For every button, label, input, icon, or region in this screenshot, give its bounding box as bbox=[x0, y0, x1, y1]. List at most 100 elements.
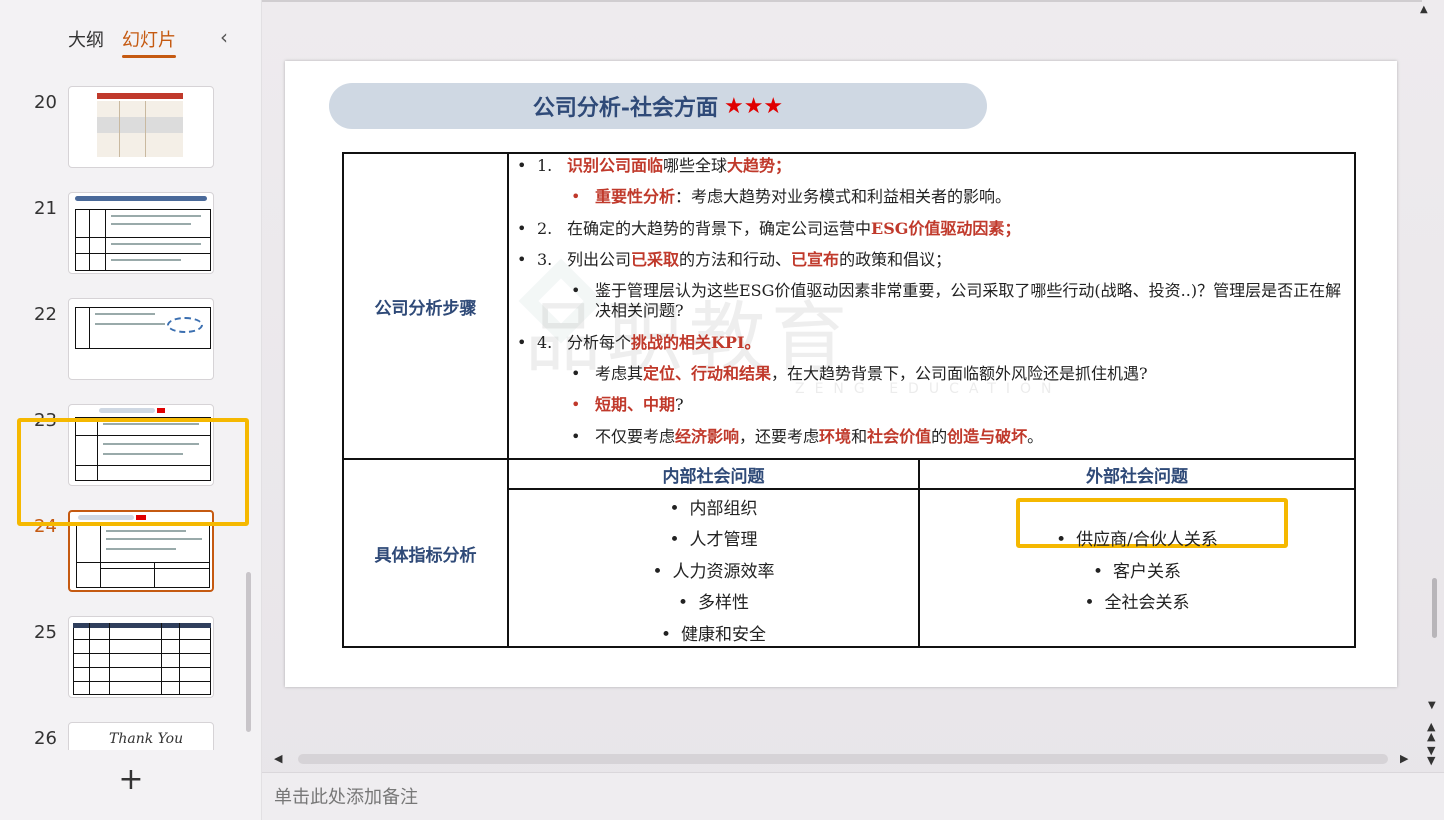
step-text: 已宣布 bbox=[791, 250, 840, 270]
step-text: ? bbox=[675, 395, 684, 415]
list-item-text: 全社会关系 bbox=[1104, 593, 1190, 613]
tab-outline[interactable]: 大纲 bbox=[68, 26, 104, 52]
list-item: • 客户关系 bbox=[1092, 562, 1182, 582]
step-text: ESG价值驱动因素 bbox=[871, 218, 1005, 238]
slide-number: 26 bbox=[34, 728, 57, 749]
external-list[interactable]: • 供应商/合伙人关系 • 客户关系 • 全社会关系 bbox=[918, 488, 1356, 648]
internal-list[interactable]: • 内部组织 • 人才管理 • 人力资源效率 • 多样性 • 健康和安全 bbox=[507, 488, 920, 648]
list-item: • 多样性 bbox=[677, 593, 750, 613]
chevron-left-icon[interactable]: ‹ bbox=[212, 24, 236, 50]
step-text: 。 bbox=[1027, 426, 1044, 446]
scroll-up-icon[interactable]: ▲ bbox=[1420, 4, 1428, 15]
internal-header: 内部社会问题 bbox=[507, 458, 920, 490]
slide-canvas[interactable]: 品职教育 ZENG EDUCATION 公司分析-社会方面 ★★★ 公司分析步骤… bbox=[285, 61, 1397, 687]
slide-thumbnail[interactable] bbox=[68, 616, 214, 698]
horizontal-scrollbar[interactable] bbox=[298, 754, 1388, 764]
tab-slides[interactable]: 幻灯片 bbox=[122, 26, 176, 58]
list-item-text: 健康和安全 bbox=[681, 625, 767, 645]
step-text: ，在大趋势背景下，公司面临额外风险还是抓住机遇? bbox=[771, 363, 1148, 383]
slide-number: 23 bbox=[34, 410, 57, 431]
step-text: 在确定的大趋势的背景下，确定公司运营中 bbox=[567, 218, 872, 238]
step-number: 3. bbox=[537, 250, 553, 270]
slide-thumbnail[interactable] bbox=[68, 298, 214, 380]
step-text: 环境 bbox=[819, 426, 852, 446]
scroll-left-icon[interactable]: ◀ bbox=[274, 752, 282, 765]
step-text: 不仅要考虑 bbox=[595, 426, 676, 446]
list-item: • 健康和安全 bbox=[660, 625, 767, 645]
slide-number: 22 bbox=[34, 304, 57, 325]
slide-number: 20 bbox=[34, 92, 57, 113]
step-text: 大趋势 bbox=[727, 156, 776, 176]
slide-number: 25 bbox=[34, 622, 57, 643]
slide-number: 24 bbox=[34, 516, 57, 537]
list-item-text: 多样性 bbox=[698, 593, 750, 613]
step-text: ； bbox=[775, 156, 792, 176]
step-item: • 考虑其定位、行动和结果，在大趋势背景下，公司面临额外风险还是抓住机遇? bbox=[571, 363, 1148, 383]
step-number: 4. bbox=[537, 332, 553, 352]
slide-title-box[interactable]: 公司分析-社会方面 ★★★ bbox=[329, 83, 987, 129]
step-text: 的 bbox=[931, 426, 948, 446]
step-item: • 短期、中期? bbox=[571, 395, 684, 415]
step-item: • 1. 识别公司面临哪些全球大趋势； bbox=[517, 156, 792, 176]
slide-thumbnail[interactable] bbox=[68, 192, 214, 274]
thumbnail-list: 20 21 22 23 24 25 26 Thank You bbox=[0, 82, 248, 750]
step-item: • 2. 在确定的大趋势的背景下，确定公司运营中ESG价值驱动因素； bbox=[517, 218, 1021, 238]
step-text: 考虑其 bbox=[595, 363, 644, 383]
list-item: • 供应商/合伙人关系 bbox=[1056, 530, 1218, 550]
scroll-down-icon[interactable]: ▼ bbox=[1428, 700, 1436, 711]
list-item-text: 人力资源效率 bbox=[672, 562, 775, 582]
step-text: 定位、行动和结果 bbox=[643, 363, 772, 383]
step-text: 重要性分析 bbox=[595, 187, 676, 207]
plus-icon[interactable]: + bbox=[116, 762, 146, 798]
step-text: 列出公司 bbox=[567, 250, 632, 270]
step-text: 社会价值 bbox=[867, 426, 932, 446]
step-text: ，还要考虑 bbox=[739, 426, 820, 446]
external-header: 外部社会问题 bbox=[918, 458, 1356, 490]
step-text: 经济影响 bbox=[675, 426, 740, 446]
step-item: • 不仅要考虑经济影响，还要考虑环境和社会价值的创造与破坏。 bbox=[571, 426, 1044, 446]
star-rating: ★★★ bbox=[723, 93, 784, 119]
step-text: 哪些全球 bbox=[663, 156, 728, 176]
step-number: 1. bbox=[537, 156, 553, 176]
list-item: • 人才管理 bbox=[669, 530, 758, 550]
step-item: • 鉴于管理层认为这些ESG价值驱动因素非常重要，公司采取了哪些行动(战略、投资.… bbox=[571, 281, 1342, 321]
slide-thumbnail[interactable] bbox=[68, 510, 214, 592]
editor-area: 品职教育 ZENG EDUCATION 公司分析-社会方面 ★★★ 公司分析步骤… bbox=[262, 0, 1444, 820]
previous-page-icon[interactable]: ▲ ▲ bbox=[1427, 721, 1435, 742]
step-text: 短期、中期 bbox=[595, 395, 676, 415]
step-item: • 重要性分析：考虑大趋势对业务模式和利益相关者的影响。 bbox=[571, 187, 1012, 207]
step-text: 创造与破坏 bbox=[947, 426, 1028, 446]
slide-thumbnail[interactable] bbox=[68, 86, 214, 168]
step-text: 鉴于管理层认为这些ESG价值驱动因素非常重要，公司采取了哪些行动(战略、投资..… bbox=[595, 281, 1342, 321]
list-item: • 全社会关系 bbox=[1084, 593, 1190, 613]
list-item: • 内部组织 bbox=[669, 499, 758, 519]
list-item-text: 客户关系 bbox=[1113, 562, 1182, 582]
list-item: • 人力资源效率 bbox=[652, 562, 775, 582]
slide-panel: 大纲 幻灯片 ‹ 20 21 22 23 24 25 26 Thank You … bbox=[0, 0, 262, 820]
step-item: • 4. 分析每个挑战的相关KPI。 bbox=[517, 332, 761, 352]
sidebar-scrollbar[interactable] bbox=[246, 572, 251, 732]
step-number: 2. bbox=[537, 218, 553, 238]
slide-thumbnail[interactable] bbox=[68, 404, 214, 486]
vertical-scrollbar[interactable] bbox=[1432, 578, 1437, 638]
step-text: 分析每个 bbox=[567, 332, 632, 352]
content-table[interactable]: 公司分析步骤 • 1. 识别公司面临哪些全球大趋势； • 重要性分析：考虑大趋势对业务模… bbox=[342, 152, 1356, 648]
panel-tabs: 大纲 幻灯片 bbox=[68, 26, 176, 58]
top-divider bbox=[262, 0, 1422, 2]
step-text: 的方法和行动、 bbox=[679, 250, 792, 270]
notes-pane[interactable]: 单击此处添加备注 bbox=[262, 772, 1444, 820]
indicator-label: 具体指标分析 bbox=[342, 458, 509, 648]
list-item-text: 供应商/合伙人关系 bbox=[1076, 530, 1218, 550]
step-text: 挑战的相关KPI。 bbox=[631, 332, 761, 352]
step-text: 识别公司面临 bbox=[567, 156, 664, 176]
thumbnail-text: Thank You bbox=[109, 731, 184, 747]
notes-placeholder[interactable]: 单击此处添加备注 bbox=[274, 783, 418, 809]
slide-thumbnail[interactable]: Thank You bbox=[68, 722, 214, 750]
step-text: ：考虑大趋势对业务模式和利益相关者的影响。 bbox=[675, 187, 1012, 207]
steps-cell[interactable]: • 1. 识别公司面临哪些全球大趋势； • 重要性分析：考虑大趋势对业务模式和利益相关者… bbox=[507, 152, 1356, 460]
slide-title: 公司分析-社会方面 bbox=[532, 95, 718, 121]
next-page-icon[interactable]: ▼ ▼ bbox=[1427, 745, 1435, 766]
step-text: 已采取 bbox=[631, 250, 680, 270]
scroll-right-icon[interactable]: ▶ bbox=[1400, 752, 1408, 765]
step-text: ； bbox=[1004, 218, 1021, 238]
